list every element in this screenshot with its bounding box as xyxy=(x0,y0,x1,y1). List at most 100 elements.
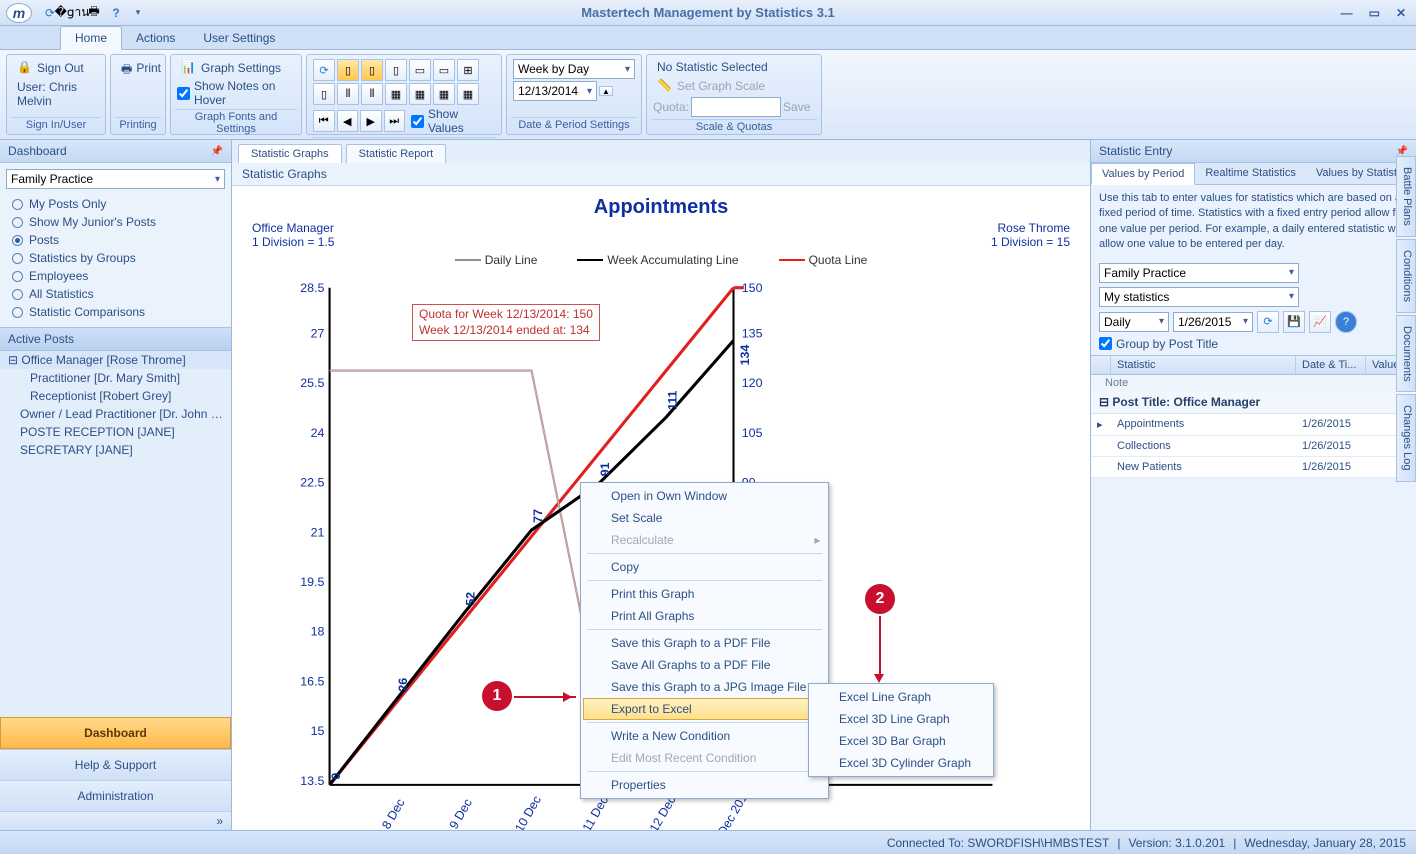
tree-root[interactable]: ⊟ Office Manager [Rose Throme] xyxy=(0,351,231,369)
grid-group-row[interactable]: ⊟ Post Title: Office Manager xyxy=(1091,391,1416,414)
ctx-write-condition[interactable]: Write a New Condition xyxy=(583,725,826,747)
nav-prev-button[interactable]: ◀ xyxy=(337,110,359,132)
tab-user-settings[interactable]: User Settings xyxy=(189,27,289,49)
radio-juniors[interactable]: Show My Junior's Posts xyxy=(6,213,225,231)
view-btn-1[interactable]: ▯ xyxy=(337,59,359,81)
save-entry-button[interactable]: 💾 xyxy=(1283,311,1305,333)
sub-excel-3d-cyl[interactable]: Excel 3D Cylinder Graph xyxy=(811,752,991,774)
group-by-post-checkbox[interactable]: Group by Post Title xyxy=(1099,337,1408,351)
sidetab-conditions[interactable]: Conditions xyxy=(1396,239,1416,313)
help-icon[interactable]: ? xyxy=(108,5,124,21)
view-btn-4[interactable]: ▭ xyxy=(409,59,431,81)
print-icon[interactable]: 🖶 xyxy=(86,5,102,21)
nav-expand[interactable]: » xyxy=(0,811,231,830)
sidetab-documents[interactable]: Documents xyxy=(1396,315,1416,393)
tree-item[interactable]: SECRETARY [JANE] xyxy=(0,441,231,459)
radio-posts[interactable]: Posts xyxy=(6,231,225,249)
tab-stat-graphs[interactable]: Statistic Graphs xyxy=(238,144,342,163)
sub-excel-line[interactable]: Excel Line Graph xyxy=(811,686,991,708)
tab-stat-report[interactable]: Statistic Report xyxy=(346,144,447,163)
layout-btn-4[interactable]: ▦ xyxy=(385,83,407,105)
ctx-save-pdf[interactable]: Save this Graph to a PDF File xyxy=(583,632,826,654)
refresh-graph-button[interactable]: ⟳ xyxy=(313,59,335,81)
tab-realtime[interactable]: Realtime Statistics xyxy=(1195,163,1305,184)
period-date-input[interactable]: 12/13/2014 xyxy=(513,81,597,101)
svg-text:16.5: 16.5 xyxy=(300,674,324,688)
tab-values-period[interactable]: Values by Period xyxy=(1091,163,1195,185)
center-header: Statistic Graphs xyxy=(232,163,1090,186)
radio-comparisons[interactable]: Statistic Comparisons xyxy=(6,303,225,321)
nav-last-button[interactable]: ⏭ xyxy=(384,110,406,132)
sidetab-battle-plans[interactable]: Battle Plans xyxy=(1396,156,1416,237)
help-entry-button[interactable]: ? xyxy=(1335,311,1357,333)
entry-stats-combo[interactable]: My statistics xyxy=(1099,287,1299,307)
nav-dashboard[interactable]: Dashboard xyxy=(0,717,231,749)
ctx-set-scale[interactable]: Set Scale xyxy=(583,507,826,529)
ctx-save-all-pdf[interactable]: Save All Graphs to a PDF File xyxy=(583,654,826,676)
maximize-button[interactable]: ▭ xyxy=(1365,6,1384,20)
show-notes-checkbox[interactable]: Show Notes on Hover xyxy=(177,79,295,107)
nav-help[interactable]: Help & Support xyxy=(0,749,231,780)
ctx-print-graph[interactable]: Print this Graph xyxy=(583,583,826,605)
pin-icon[interactable]: 📌 xyxy=(211,146,223,157)
minimize-button[interactable]: — xyxy=(1337,6,1357,20)
sub-excel-3d-line[interactable]: Excel 3D Line Graph xyxy=(811,708,991,730)
tree-item[interactable]: POSTE RECEPTION [JANE] xyxy=(0,423,231,441)
layout-btn-5[interactable]: ▦ xyxy=(409,83,431,105)
view-btn-2[interactable]: ▯ xyxy=(361,59,383,81)
quota-input[interactable] xyxy=(691,97,781,117)
layout-btn-6[interactable]: ▦ xyxy=(433,83,455,105)
nav-next-button[interactable]: ▶ xyxy=(360,110,382,132)
nav-first-button[interactable]: ⏮ xyxy=(313,110,335,132)
layout-btn-3[interactable]: ⫴ xyxy=(361,83,383,105)
layout-btn-1[interactable]: ▯ xyxy=(313,83,335,105)
tab-actions[interactable]: Actions xyxy=(122,27,189,49)
graph-settings-button[interactable]: 📊Graph Settings xyxy=(177,59,295,77)
app-logo: m xyxy=(6,3,32,23)
practice-combo[interactable]: Family Practice xyxy=(6,169,225,189)
ctx-print-all[interactable]: Print All Graphs xyxy=(583,605,826,627)
chart-area[interactable]: Appointments Office Manager1 Division = … xyxy=(232,186,1090,830)
print-button[interactable]: 🖶Print xyxy=(117,59,159,77)
grid-row[interactable]: New Patients1/26/2015 xyxy=(1091,457,1416,478)
tree-item[interactable]: Receptionist [Robert Grey] xyxy=(0,387,231,405)
chart-entry-button[interactable]: 📈 xyxy=(1309,311,1331,333)
radio-all[interactable]: All Statistics xyxy=(6,285,225,303)
sign-out-button[interactable]: 🔒Sign Out xyxy=(13,59,99,77)
view-btn-6[interactable]: ⊞ xyxy=(457,59,479,81)
show-values-checkbox[interactable]: Show Values xyxy=(411,107,495,135)
globe-icon[interactable]: �ցาน xyxy=(64,5,80,21)
period-mode-combo[interactable]: Week by Day xyxy=(513,59,635,79)
save-quota-button[interactable]: Save xyxy=(783,100,810,114)
entry-period-combo[interactable]: Daily xyxy=(1099,312,1169,332)
radio-groups[interactable]: Statistics by Groups xyxy=(6,249,225,267)
ctx-save-jpg[interactable]: Save this Graph to a JPG Image File xyxy=(583,676,826,698)
ctx-properties[interactable]: Properties xyxy=(583,774,826,796)
grid-row[interactable]: ▸Appointments1/26/2015 xyxy=(1091,414,1416,436)
entry-practice-combo[interactable]: Family Practice xyxy=(1099,263,1299,283)
date-up-button[interactable]: ▲ xyxy=(599,86,613,96)
view-btn-3[interactable]: ▯ xyxy=(385,59,407,81)
layout-btn-2[interactable]: ⫴ xyxy=(337,83,359,105)
tree-item[interactable]: Owner / Lead Practitioner [Dr. John Que] xyxy=(0,405,231,423)
qat-dropdown-icon[interactable]: ▾ xyxy=(130,5,146,21)
entry-date-input[interactable]: 1/26/2015 xyxy=(1173,312,1253,332)
refresh-entry-button[interactable]: ⟳ xyxy=(1257,311,1279,333)
ctx-export-excel[interactable]: Export to Excel▸ xyxy=(583,698,826,720)
sidetab-changes-log[interactable]: Changes Log xyxy=(1396,394,1416,481)
pin-icon[interactable]: 📌 xyxy=(1396,146,1408,157)
tree-item[interactable]: Practitioner [Dr. Mary Smith] xyxy=(0,369,231,387)
dashboard-header: Dashboard📌 xyxy=(0,140,231,163)
close-button[interactable]: ✕ xyxy=(1392,6,1410,20)
nav-admin[interactable]: Administration xyxy=(0,780,231,811)
ctx-open-own[interactable]: Open in Own Window xyxy=(583,485,826,507)
ctx-copy[interactable]: Copy xyxy=(583,556,826,578)
grid-row[interactable]: Collections1/26/2015 xyxy=(1091,436,1416,457)
tab-home[interactable]: Home xyxy=(60,26,122,50)
radio-my-posts[interactable]: My Posts Only xyxy=(6,195,225,213)
view-btn-5[interactable]: ▭ xyxy=(433,59,455,81)
sub-excel-3d-bar[interactable]: Excel 3D Bar Graph xyxy=(811,730,991,752)
layout-btn-7[interactable]: ▦ xyxy=(457,83,479,105)
left-panel: Dashboard📌 Family Practice My Posts Only… xyxy=(0,140,232,830)
radio-employees[interactable]: Employees xyxy=(6,267,225,285)
